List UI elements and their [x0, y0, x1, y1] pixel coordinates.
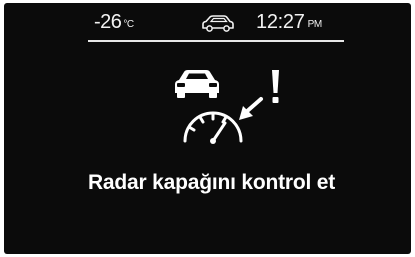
- instrument-cluster-screen: -26 °C 12:27 PM Radar kapağını kontrol e…: [4, 3, 411, 254]
- radar-sensor-warning-icon: [175, 70, 279, 144]
- exclamation-icon: [272, 70, 279, 103]
- car-outline-icon: [202, 15, 234, 32]
- radar-gauge-icon: [183, 111, 243, 144]
- clock: 12:27 PM: [256, 11, 322, 34]
- time-value: 12:27: [256, 11, 305, 33]
- car-front-icon: [175, 70, 219, 98]
- status-divider: [88, 40, 344, 42]
- arrow-icon: [239, 97, 263, 120]
- time-period: PM: [307, 19, 323, 30]
- temperature-value: -26: [94, 11, 122, 33]
- display-frame: -26 °C 12:27 PM Radar kapağını kontrol e…: [0, 0, 415, 257]
- status-bar: -26 °C 12:27 PM: [88, 9, 344, 42]
- temperature-unit: °C: [123, 19, 134, 30]
- outside-temperature: -26 °C: [94, 11, 134, 34]
- warning-message: Radar kapağını kontrol et: [87, 171, 336, 194]
